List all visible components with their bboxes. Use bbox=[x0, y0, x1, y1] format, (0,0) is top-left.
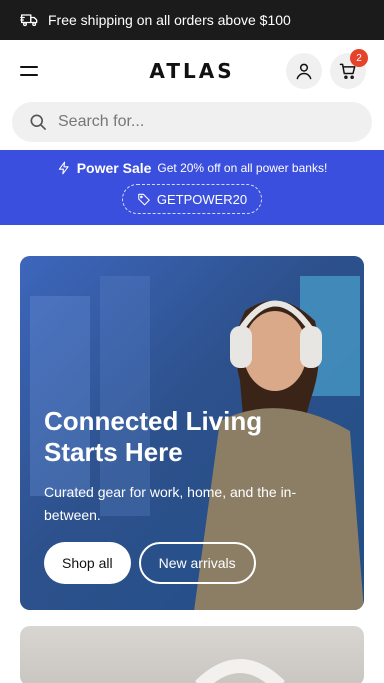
hero-title: Connected Living Starts Here bbox=[44, 406, 263, 467]
lightning-icon bbox=[58, 161, 69, 175]
shop-all-button[interactable]: Shop all bbox=[44, 542, 131, 585]
brand-logo[interactable]: ATLAS bbox=[149, 59, 234, 83]
promo-headline: Power Sale Get 20% off on all power bank… bbox=[57, 160, 328, 176]
hamburger-icon-bottom bbox=[20, 74, 38, 76]
product-card-preview[interactable] bbox=[20, 626, 364, 683]
account-button[interactable] bbox=[286, 53, 322, 89]
free-shipping-text: Free shipping on all orders above $100 bbox=[48, 12, 291, 28]
search-bar[interactable] bbox=[12, 102, 372, 142]
site-header: ATLAS 2 bbox=[0, 40, 384, 102]
promo-subtitle: Get 20% off on all power banks! bbox=[157, 161, 328, 175]
coupon-code: GETPOWER20 bbox=[156, 191, 248, 207]
cart-button[interactable]: 2 bbox=[330, 49, 368, 89]
hero-buttons: Shop all New arrivals bbox=[44, 542, 340, 585]
user-icon bbox=[296, 63, 312, 80]
header-actions: 2 bbox=[286, 49, 368, 89]
hero-subtitle: Curated gear for work, home, and the in-… bbox=[44, 484, 297, 523]
hamburger-icon-top bbox=[20, 66, 38, 68]
new-arrivals-button[interactable]: New arrivals bbox=[138, 542, 256, 585]
menu-button[interactable] bbox=[20, 60, 42, 82]
search-icon bbox=[30, 114, 46, 130]
hero-content: Connected Living Starts Here Curated gea… bbox=[44, 406, 340, 585]
promo-banner: Power Sale Get 20% off on all power bank… bbox=[0, 150, 384, 225]
search-input[interactable] bbox=[58, 113, 372, 131]
headphones-image bbox=[195, 659, 285, 683]
hero-banner: Connected Living Starts Here Curated gea… bbox=[20, 256, 364, 610]
free-shipping-bar: Free shipping on all orders above $100 bbox=[0, 0, 384, 40]
promo-title: Power Sale bbox=[76, 160, 152, 176]
tag-icon bbox=[138, 193, 150, 206]
truck-icon bbox=[20, 14, 38, 27]
coupon-code-button[interactable]: GETPOWER20 bbox=[121, 184, 263, 214]
cart-count-badge: 2 bbox=[350, 49, 368, 67]
